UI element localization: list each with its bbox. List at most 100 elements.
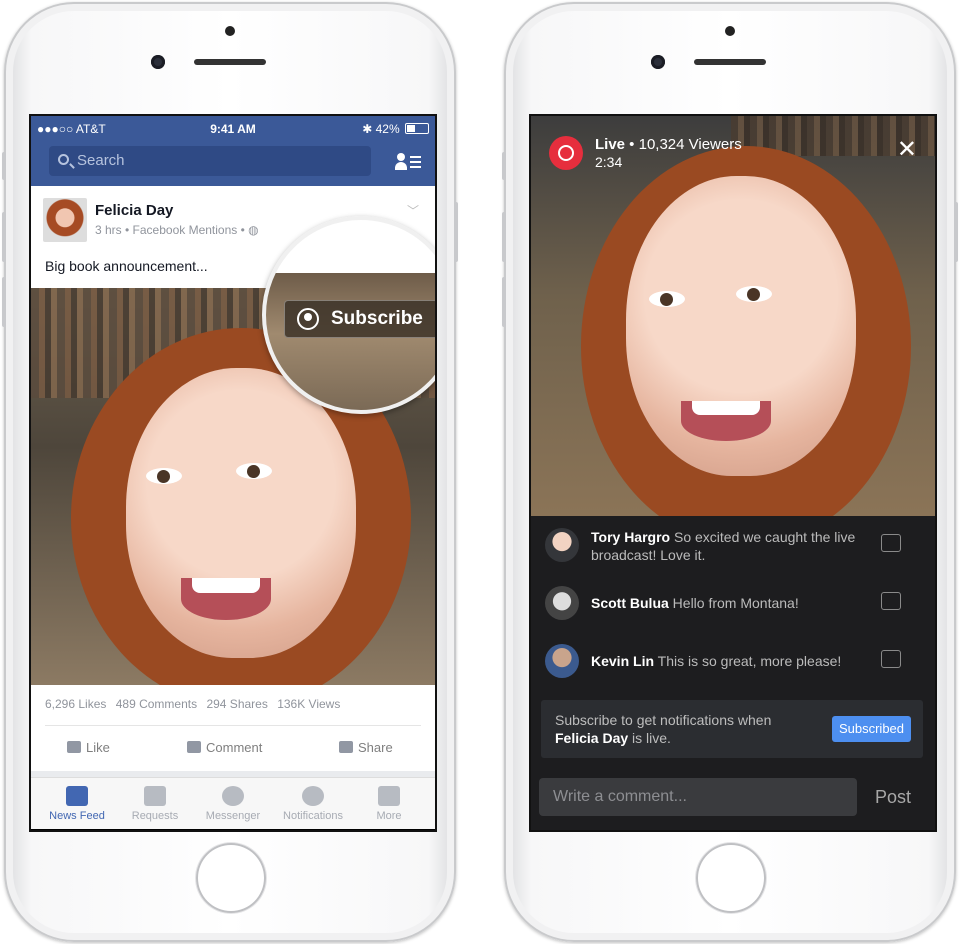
- mute-switch: [2, 152, 6, 180]
- volume-up-button: [502, 212, 506, 262]
- comment-input[interactable]: Write a comment...: [539, 778, 857, 816]
- commenter-name[interactable]: Tory Hargro: [591, 529, 670, 545]
- subscribed-button[interactable]: Subscribed: [832, 716, 911, 742]
- messenger-icon: [222, 786, 244, 806]
- mouth: [681, 401, 771, 441]
- requests-icon: [144, 786, 166, 806]
- home-button[interactable]: [696, 843, 766, 913]
- left-phone: ●●●○○ AT&T 9:41 AM ✱ 42% Search Felicia …: [2, 2, 458, 942]
- divider: [45, 725, 421, 726]
- subscribe-button[interactable]: Subscribe: [284, 300, 435, 338]
- comment-button[interactable]: Comment: [187, 740, 262, 755]
- close-icon[interactable]: ✕: [897, 138, 917, 162]
- battery-icon: [405, 123, 429, 134]
- battery-percent: 42%: [375, 122, 400, 136]
- thumbs-up-icon[interactable]: [881, 650, 901, 668]
- engagement-counts: 6,296 Likes 489 Comments 294 Shares 136K…: [45, 697, 346, 711]
- notification-name: Felicia Day: [555, 730, 629, 746]
- thumbs-up-icon: [67, 741, 81, 753]
- front-camera: [151, 55, 165, 69]
- subscribe-label: Subscribe: [331, 308, 423, 329]
- commenter-name[interactable]: Kevin Lin: [591, 653, 654, 669]
- comment-body: Hello from Montana!: [668, 595, 799, 611]
- facebook-header: ●●●○○ AT&T 9:41 AM ✱ 42% Search: [31, 116, 435, 186]
- right-phone: Live • 10,324 Viewers 2:34 ✕ Tory Hargro…: [502, 2, 958, 942]
- live-duration: 2:34: [595, 154, 623, 170]
- chevron-down-icon[interactable]: ﹀: [407, 202, 419, 219]
- post-meta-text: 3 hrs • Facebook Mentions •: [95, 223, 249, 237]
- commenter-avatar[interactable]: [545, 528, 579, 562]
- right-eye: [236, 463, 272, 479]
- earpiece-speaker: [194, 59, 266, 65]
- post-meta: 3 hrs • Facebook Mentions • ◍: [95, 223, 259, 237]
- author-avatar[interactable]: [43, 198, 87, 242]
- notification-prefix: Subscribe to get notifications when: [555, 712, 772, 728]
- comment-text: Kevin Lin This is so great, more please!: [591, 652, 891, 670]
- facebook-feed-screen: ●●●○○ AT&T 9:41 AM ✱ 42% Search Felicia …: [29, 114, 437, 832]
- thumbs-up-icon[interactable]: [881, 592, 901, 610]
- home-button[interactable]: [196, 843, 266, 913]
- mouth: [181, 578, 271, 620]
- friend-requests-icon[interactable]: [395, 153, 421, 171]
- proximity-sensor: [225, 26, 235, 36]
- comment-text: Tory Hargro So excited we caught the liv…: [591, 528, 871, 564]
- comment-text: Scott Bulua Hello from Montana!: [591, 594, 871, 612]
- post-button[interactable]: Post: [875, 787, 911, 808]
- likes-count[interactable]: 6,296 Likes: [45, 697, 106, 711]
- volume-down-button: [502, 277, 506, 327]
- shares-count[interactable]: 294 Shares: [206, 697, 267, 711]
- live-video-screen: Live • 10,324 Viewers 2:34 ✕ Tory Hargro…: [529, 114, 937, 832]
- speech-bubble-icon: [187, 741, 201, 753]
- tab-requests[interactable]: Requests: [115, 778, 195, 829]
- share-arrow-icon: [339, 741, 353, 753]
- share-label: Share: [358, 740, 393, 755]
- tab-label: News Feed: [49, 810, 105, 822]
- live-subscribe-icon: [297, 308, 319, 330]
- comment-body: This is so great, more please!: [654, 653, 842, 669]
- status-bar: ●●●○○ AT&T 9:41 AM ✱ 42%: [37, 122, 429, 136]
- post-stats: 6,296 Likes 489 Comments 294 Shares 136K…: [31, 685, 435, 771]
- globe-icon: ◍: [248, 223, 259, 237]
- search-placeholder: Search: [77, 152, 125, 169]
- live-video[interactable]: Live • 10,324 Viewers 2:34 ✕: [531, 116, 935, 516]
- viewers-count: • 10,324 Viewers: [625, 136, 742, 153]
- bottom-tab-bar: News Feed Requests Messenger Notificatio…: [31, 777, 435, 829]
- live-viewer-count: Live • 10,324 Viewers: [595, 136, 742, 153]
- right-eye: [736, 286, 772, 302]
- thumbs-up-icon[interactable]: [881, 534, 901, 552]
- search-icon: [58, 154, 69, 165]
- commenter-avatar[interactable]: [545, 586, 579, 620]
- comments-count[interactable]: 489 Comments: [116, 697, 197, 711]
- live-broadcast-icon: [549, 136, 583, 170]
- front-camera: [651, 55, 665, 69]
- tab-label: Requests: [131, 810, 179, 822]
- tab-news-feed[interactable]: News Feed: [37, 778, 117, 829]
- post-text: Big book announcement...: [45, 258, 208, 274]
- like-label: Like: [86, 740, 110, 755]
- post-author[interactable]: Felicia Day: [95, 202, 173, 219]
- power-button: [454, 202, 458, 262]
- like-button[interactable]: Like: [67, 740, 110, 755]
- globe-icon: [302, 786, 324, 806]
- left-eye: [146, 468, 182, 484]
- news-feed-icon: [66, 786, 88, 806]
- notification-suffix: is live.: [628, 730, 671, 746]
- volume-down-button: [2, 277, 6, 327]
- proximity-sensor: [725, 26, 735, 36]
- live-label: Live: [595, 136, 626, 153]
- commenter-avatar[interactable]: [545, 644, 579, 678]
- tab-messenger[interactable]: Messenger: [193, 778, 273, 829]
- battery-indicator: ✱ 42%: [362, 122, 429, 136]
- volume-up-button: [2, 212, 6, 262]
- left-eye: [649, 291, 685, 307]
- bluetooth-icon: ✱: [362, 122, 373, 136]
- tab-notifications[interactable]: Notifications: [273, 778, 353, 829]
- notification-text: Subscribe to get notifications when Feli…: [555, 711, 771, 747]
- share-button[interactable]: Share: [339, 740, 393, 755]
- tab-more[interactable]: More: [349, 778, 429, 829]
- commenter-name[interactable]: Scott Bulua: [591, 595, 669, 611]
- earpiece-speaker: [694, 59, 766, 65]
- views-count: 136K Views: [277, 697, 341, 711]
- subscribe-notification: Subscribe to get notifications when Feli…: [541, 700, 923, 758]
- search-input[interactable]: Search: [49, 146, 371, 176]
